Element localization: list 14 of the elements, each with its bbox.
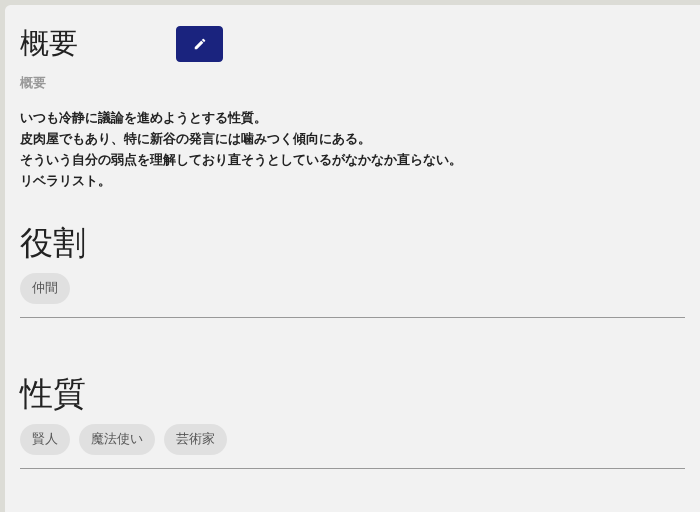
tag-chip: 魔法使い [79, 424, 155, 454]
section-title: 概要 [20, 27, 79, 62]
section-title: 役割 [20, 222, 87, 262]
pencil-icon [192, 37, 206, 51]
description-line: リベラリスト。 [20, 172, 112, 190]
edit-button[interactable] [176, 26, 223, 62]
section-title: 性質 [20, 374, 87, 414]
description-line: 皮肉屋でもあり、特に新谷の発言には噛みつく傾向にある。 [20, 130, 372, 148]
subtitle: 概要 [20, 74, 47, 92]
description-line: いつも冷静に議論を進めようとする性質。 [20, 108, 268, 127]
tag-chip: 仲間 [20, 272, 70, 304]
tag-chip: 賢人 [20, 424, 70, 454]
tag-chip: 芸術家 [164, 424, 227, 454]
description-line: そういう自分の弱点を理解しており直そうとしているがなかなか直らない。 [20, 150, 463, 169]
